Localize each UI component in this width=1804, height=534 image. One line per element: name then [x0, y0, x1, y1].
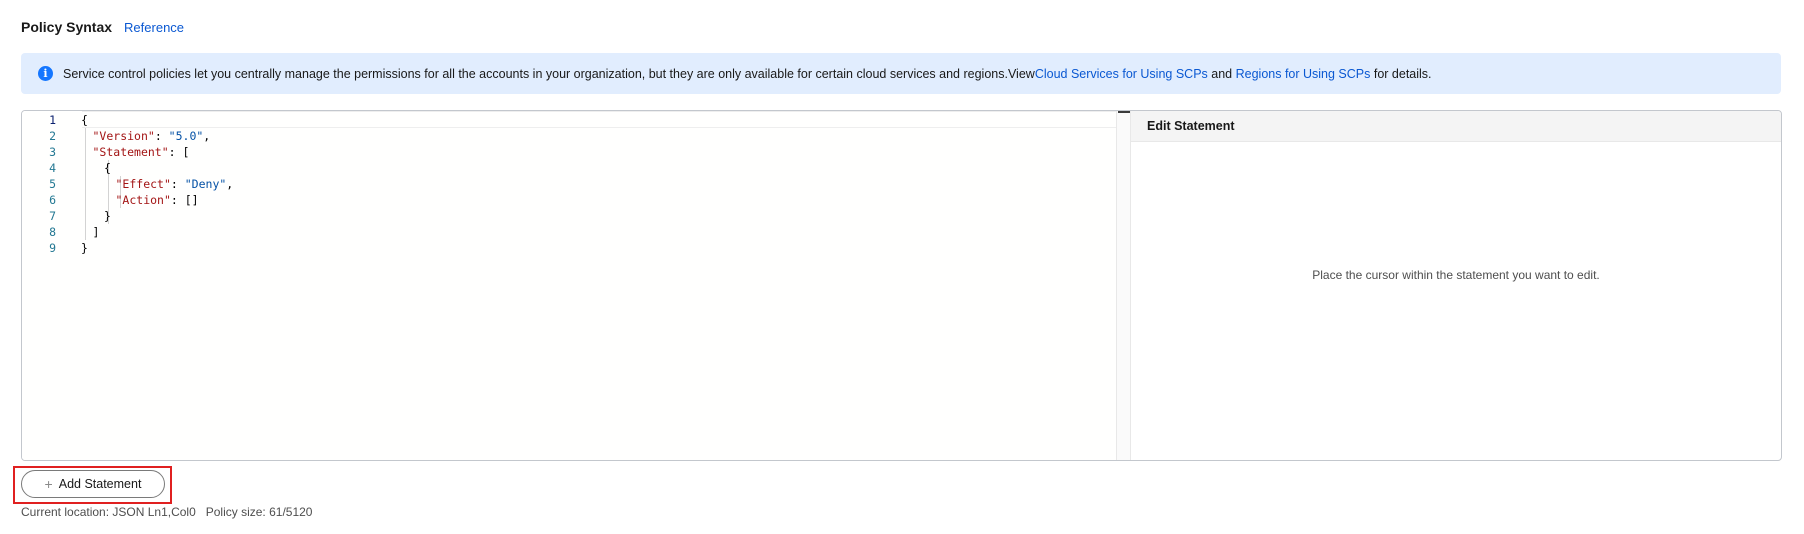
line-code: {	[104, 161, 111, 175]
policy-size: Policy size: 61/5120	[205, 505, 313, 519]
policy-editor: 1{2 "Version": "5.0", 3 "Statement": [4{5 "E…	[21, 110, 1782, 461]
info-icon: i	[38, 66, 53, 81]
line-code: "Action": []	[115, 193, 199, 207]
info-banner: i Service control policies let you centr…	[21, 53, 1781, 94]
edit-statement-title: Edit Statement	[1131, 111, 1781, 142]
line-number: 3	[49, 145, 56, 159]
reference-link[interactable]: Reference	[124, 20, 184, 35]
line-number: 6	[49, 193, 56, 207]
line-number: 7	[49, 209, 56, 223]
code-line: 2 "Version": "5.0",	[22, 128, 1112, 144]
line-number: 1	[49, 113, 56, 127]
info-text-and: and	[1207, 66, 1236, 81]
code-line: 3 "Statement": [	[22, 144, 1112, 160]
edit-statement-hint: Place the cursor within the statement yo…	[1312, 268, 1600, 282]
cloud-services-link[interactable]: Cloud Services for Using SCPs	[1035, 67, 1208, 81]
code-line: 4{	[22, 160, 1112, 176]
code-line: 7}	[22, 208, 1112, 224]
info-text-tail: for details.	[1370, 66, 1432, 81]
edit-statement-panel: Edit Statement Place the cursor within t…	[1131, 111, 1781, 460]
current-location: Current location: JSON Ln1,Col0	[21, 505, 196, 519]
line-number: 9	[49, 241, 56, 255]
section-title: Policy Syntax	[21, 19, 113, 35]
line-number: 8	[49, 225, 56, 239]
line-number: 5	[49, 177, 56, 191]
code-line: 8]	[22, 224, 1112, 240]
code-lines: 1{2 "Version": "5.0", 3 "Statement": [4{5 "E…	[22, 112, 1112, 256]
line-code: {	[81, 113, 88, 127]
line-code: "Version": "5.0",	[92, 129, 211, 143]
editor-scrollbar[interactable]	[1116, 111, 1131, 460]
line-code: }	[104, 209, 111, 223]
line-number: 2	[49, 129, 56, 143]
code-line: 5 "Effect": "Deny",	[22, 176, 1112, 192]
code-editor[interactable]: 1{2 "Version": "5.0", 3 "Statement": [4{5 "E…	[22, 111, 1116, 460]
add-statement-button[interactable]: + Add Statement	[21, 470, 165, 498]
regions-link[interactable]: Regions for Using SCPs	[1236, 67, 1371, 81]
code-line: 9}	[22, 240, 1112, 256]
line-code: "Statement": [	[92, 145, 190, 159]
info-text: Service control policies let you central…	[63, 66, 1035, 81]
line-code: }	[81, 241, 88, 255]
code-line: 1{	[22, 112, 1112, 128]
line-code: "Effect": "Deny",	[115, 177, 234, 191]
add-statement-label: Add Statement	[58, 477, 142, 491]
scrollbar-cursor-mark	[1118, 111, 1130, 113]
line-number: 4	[49, 161, 56, 175]
plus-icon: +	[44, 476, 53, 492]
status-bar: Current location: JSON Ln1,Col0 Policy si…	[21, 505, 312, 519]
code-line: 6 "Action": []	[22, 192, 1112, 208]
line-code: ]	[92, 225, 100, 239]
section-header: Policy Syntax Reference	[21, 17, 184, 37]
